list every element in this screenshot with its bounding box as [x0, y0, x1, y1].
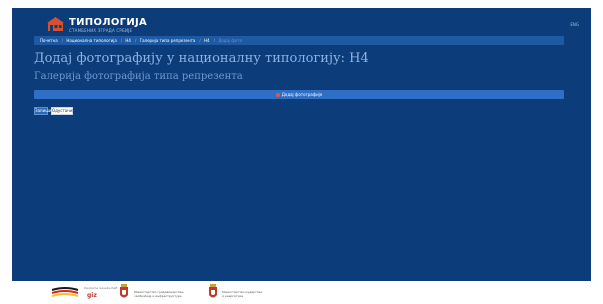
cancel-button[interactable]: Одустани — [51, 107, 73, 115]
breadcrumb-separator: / — [199, 38, 201, 43]
breadcrumb-item-type-2[interactable]: Н4 — [204, 38, 210, 43]
dropzone-label: Додај фотографије — [281, 92, 323, 97]
language-switch[interactable]: ENG — [570, 22, 579, 27]
breadcrumb-separator: / — [61, 38, 64, 43]
breadcrumb-item-typology[interactable]: Национална типологија — [66, 38, 116, 43]
breadcrumb-item-gallery[interactable]: Галерија типа репрезента — [140, 38, 196, 43]
add-icon — [275, 93, 280, 97]
page-subtitle: Галерија фотографија типа репрезента — [34, 71, 243, 82]
app-frame: ТИПОЛОГИЈА СТАМБЕНИХ ЗГРАДА СРБИЈЕ ENG П… — [12, 8, 591, 281]
breadcrumb-separator: / — [120, 38, 123, 43]
save-button[interactable]: Запиши — [34, 107, 52, 115]
breadcrumb-separator: / — [134, 38, 137, 43]
serbia-crest-icon — [209, 284, 217, 298]
breadcrumb-separator: / — [213, 38, 215, 43]
partner-footer: Deutsche Gesellschaft giz Министарство г… — [0, 281, 603, 304]
site-header: ТИПОЛОГИЈА СТАМБЕНИХ ЗГРАДА СРБИЈЕ ENG — [12, 8, 591, 36]
breadcrumb: Почетна / Национална типологија / Н4/ Гале… — [34, 36, 564, 45]
logo-title[interactable]: ТИПОЛОГИЈА — [69, 17, 147, 28]
ministry-construction-label: Министарство грађевинарства, саобраћаја … — [134, 290, 184, 298]
serbia-crest-icon — [120, 284, 128, 298]
ministry-energy-label: Министарство рударства и енергетике — [222, 290, 263, 298]
giz-caption: Deutsche Gesellschaft — [84, 286, 118, 290]
breadcrumb-item-home[interactable]: Почетна — [40, 38, 58, 43]
logo-subtitle: СТАМБЕНИХ ЗГРАДА СРБИЈЕ — [69, 28, 133, 33]
german-cooperation-logo-icon — [51, 287, 79, 297]
breadcrumb-item-current: Додај фото — [218, 38, 243, 43]
page-title: Додај фотографију у националну типологиј… — [34, 51, 369, 66]
photo-dropzone[interactable]: Додај фотографије — [34, 90, 564, 99]
breadcrumb-item-type[interactable]: Н4 — [125, 38, 131, 43]
giz-logo: giz — [87, 292, 97, 299]
house-logo-icon[interactable] — [46, 16, 65, 32]
